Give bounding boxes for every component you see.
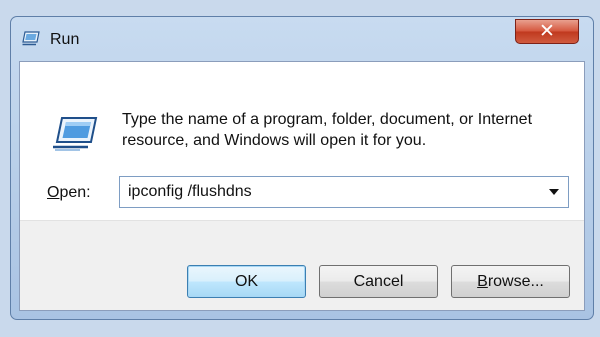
dropdown-button[interactable] xyxy=(543,180,565,204)
dropdown-arrow-icon xyxy=(549,189,559,195)
ok-button[interactable]: OK xyxy=(187,265,306,298)
open-label: Open: xyxy=(47,184,91,202)
browse-label-text: rowse... xyxy=(487,272,544,290)
window-title: Run xyxy=(50,31,80,48)
close-icon: ✕ xyxy=(539,21,555,42)
run-dialog-window: Run ✕ Type the name of a program, folder… xyxy=(10,16,594,320)
browse-accelerator: B xyxy=(477,272,488,290)
cancel-button-label: Cancel xyxy=(353,272,404,290)
close-button[interactable]: ✕ xyxy=(515,19,579,44)
command-input[interactable] xyxy=(120,177,540,207)
open-combobox[interactable] xyxy=(119,176,569,208)
browse-button[interactable]: Browse... xyxy=(451,265,570,298)
run-program-icon xyxy=(53,117,98,151)
cancel-button[interactable]: Cancel xyxy=(319,265,438,298)
title-bar[interactable]: Run ✕ xyxy=(11,17,593,61)
dialog-description: Type the name of a program, folder, docu… xyxy=(122,111,533,149)
open-label-text: pen: xyxy=(59,184,91,201)
dialog-content: Type the name of a program, folder, docu… xyxy=(19,61,585,311)
run-app-icon xyxy=(22,31,40,46)
open-label-accelerator: O xyxy=(47,184,60,201)
browse-button-label: Browse... xyxy=(477,273,544,291)
ok-button-label: OK xyxy=(234,272,259,290)
